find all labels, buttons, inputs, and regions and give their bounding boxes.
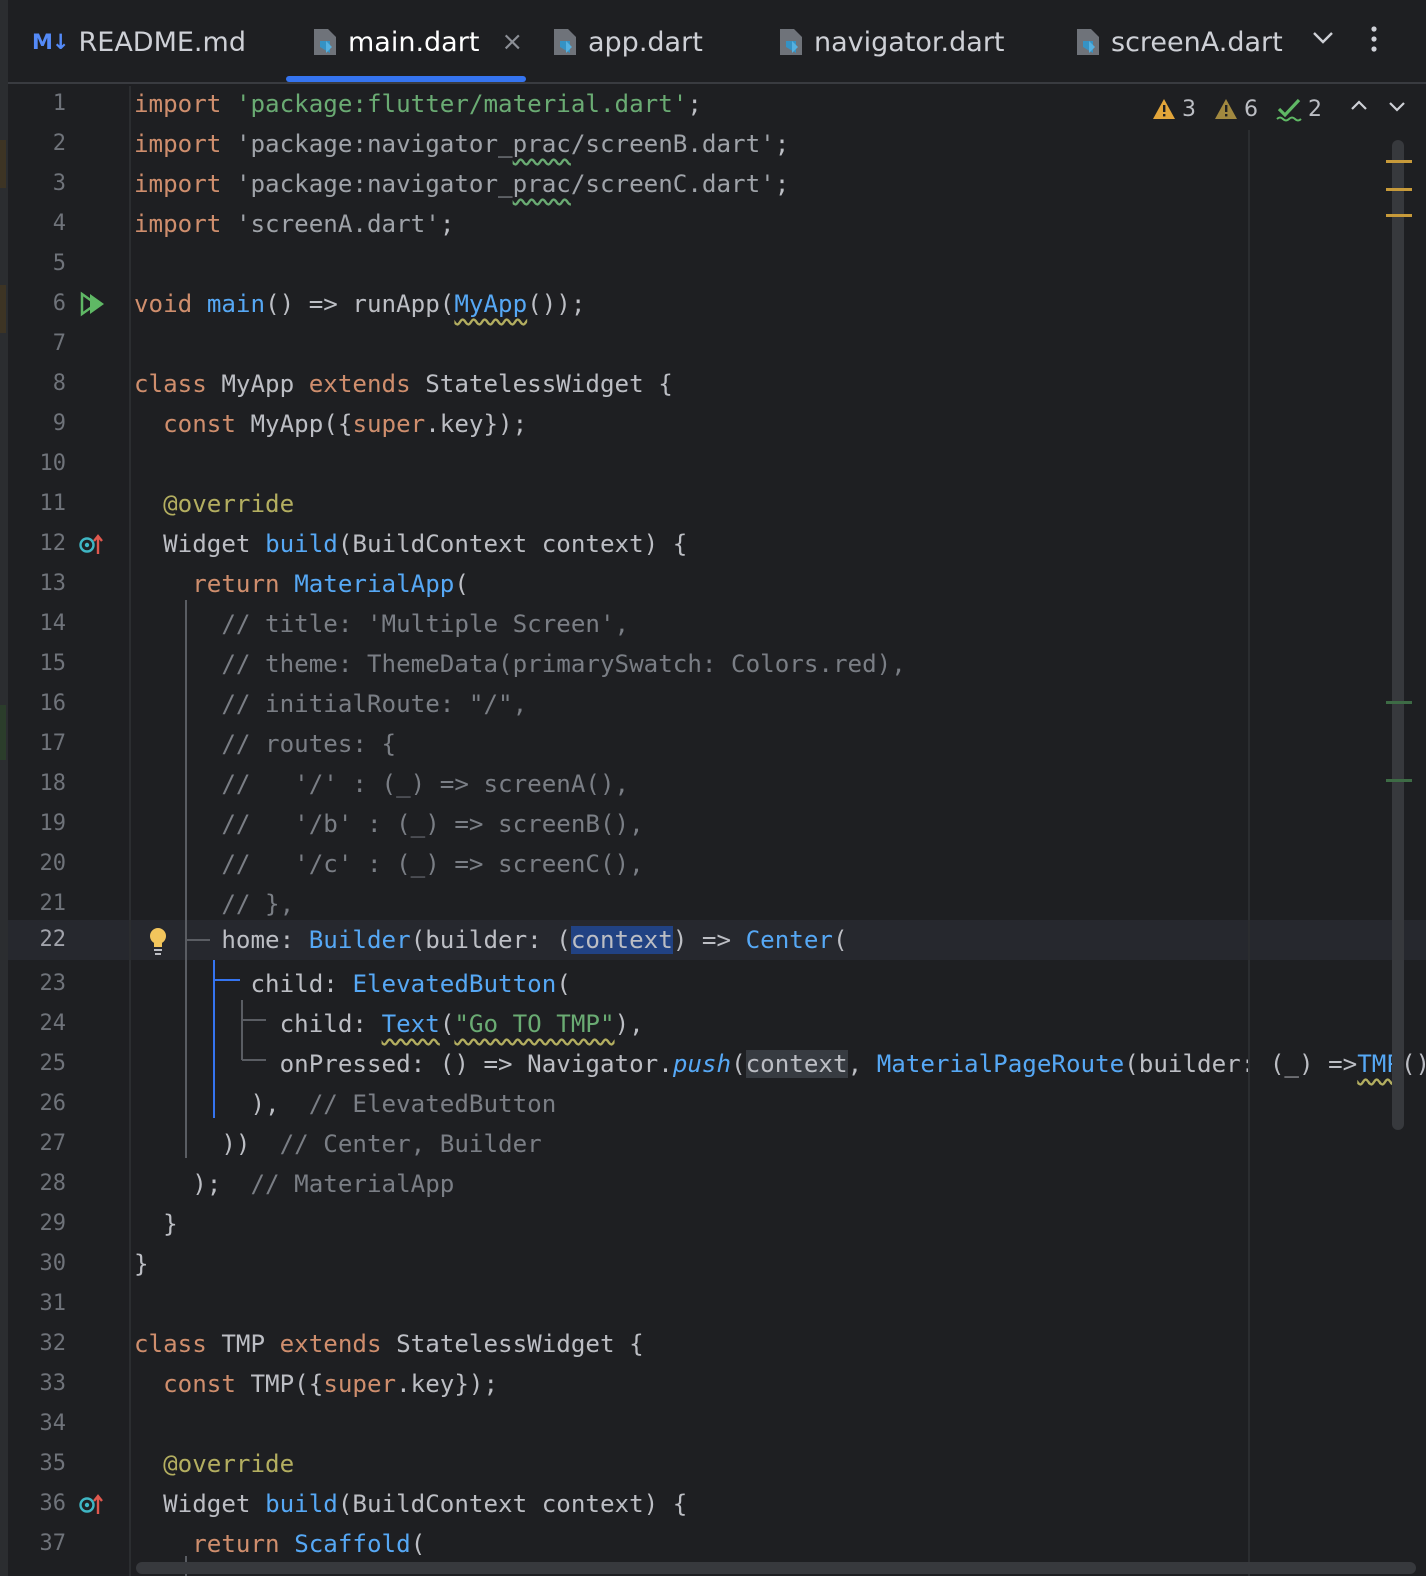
warning-stripe[interactable] [1386, 160, 1412, 163]
warning-stripe[interactable] [1386, 188, 1412, 191]
warning-stripe[interactable] [1386, 214, 1412, 217]
warnings-counter[interactable]: 3 [1152, 97, 1196, 122]
vertical-scrollbar[interactable] [1392, 140, 1404, 1130]
next-highlight-icon[interactable] [1386, 95, 1408, 123]
weak-warning-icon [1215, 99, 1237, 119]
change-stripe[interactable] [1386, 779, 1412, 782]
typos-counter[interactable]: 2 [1276, 96, 1322, 122]
change-stripe[interactable] [1386, 701, 1412, 704]
warning-icon [1153, 99, 1175, 119]
weak-warnings-counter[interactable]: 6 [1214, 97, 1258, 122]
indent-guides [129, 86, 266, 1576]
right-margin-guide [1248, 130, 1250, 1576]
typo-check-icon [1276, 98, 1302, 122]
previous-highlight-icon[interactable] [1348, 95, 1370, 123]
horizontal-scrollbar[interactable] [136, 1562, 1416, 1574]
inspection-widget: 3 6 2 [1152, 94, 1408, 124]
